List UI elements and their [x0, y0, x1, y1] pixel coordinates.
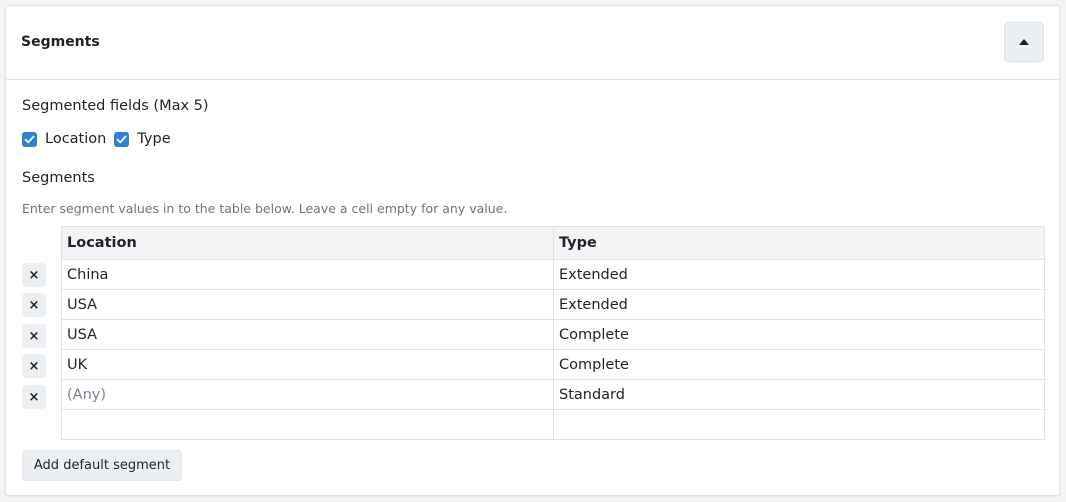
close-icon: ×	[28, 297, 40, 313]
location-cell[interactable]: USA	[61, 289, 554, 320]
close-icon: ×	[28, 267, 40, 283]
table-row-empty	[61, 409, 1045, 440]
location-cell[interactable]: USA	[61, 319, 554, 350]
delete-row-button[interactable]: ×	[22, 263, 46, 287]
table-row: USA Complete	[61, 319, 1045, 350]
panel-title: Segments	[21, 34, 100, 50]
delete-row-button[interactable]: ×	[22, 385, 46, 409]
delete-row-button[interactable]: ×	[22, 293, 46, 317]
table-row: China Extended	[61, 259, 1045, 290]
segmented-fields-label: Segmented fields (Max 5)	[22, 98, 209, 114]
segments-panel: Segments Segmented fields (Max 5) Locati…	[5, 5, 1060, 496]
table-row: (Any) Standard	[61, 379, 1045, 410]
panel-header: Segments	[6, 6, 1059, 80]
close-icon: ×	[28, 389, 40, 405]
checkbox-label: Location	[45, 131, 107, 147]
delete-row-button[interactable]: ×	[22, 324, 46, 348]
location-cell[interactable]: UK	[61, 349, 554, 380]
close-icon: ×	[28, 358, 40, 374]
segments-label: Segments	[22, 170, 95, 186]
close-icon: ×	[28, 328, 40, 344]
column-header-type: Type	[553, 226, 1045, 260]
table-row: UK Complete	[61, 349, 1045, 380]
type-cell[interactable]: Extended	[553, 259, 1045, 290]
segments-hint: Enter segment values in to the table bel…	[22, 201, 508, 216]
segments-table: Location Type China Extended USA Extende…	[61, 226, 1045, 440]
type-cell[interactable]: Complete	[553, 319, 1045, 350]
checkbox-type[interactable]: Type	[114, 131, 171, 147]
type-cell-empty[interactable]	[553, 409, 1045, 440]
add-default-segment-button[interactable]: Add default segment	[22, 450, 182, 481]
checkbox-label: Type	[137, 131, 171, 147]
table-row: USA Extended	[61, 289, 1045, 320]
location-cell[interactable]: (Any)	[61, 379, 554, 410]
delete-row-button[interactable]: ×	[22, 354, 46, 378]
collapse-button[interactable]	[1004, 22, 1044, 62]
checkbox-checked-icon[interactable]	[114, 131, 130, 147]
type-cell[interactable]: Standard	[553, 379, 1045, 410]
table-header-row: Location Type	[61, 226, 1045, 260]
type-cell[interactable]: Extended	[553, 289, 1045, 320]
column-header-location: Location	[61, 226, 554, 260]
location-cell-empty[interactable]	[61, 409, 554, 440]
caret-up-icon	[1019, 39, 1029, 45]
location-cell[interactable]: China	[61, 259, 554, 290]
checkbox-location[interactable]: Location	[22, 131, 106, 147]
segmented-fields-checkboxes: Location Type	[22, 131, 179, 147]
checkbox-checked-icon[interactable]	[22, 131, 37, 147]
type-cell[interactable]: Complete	[553, 349, 1045, 380]
